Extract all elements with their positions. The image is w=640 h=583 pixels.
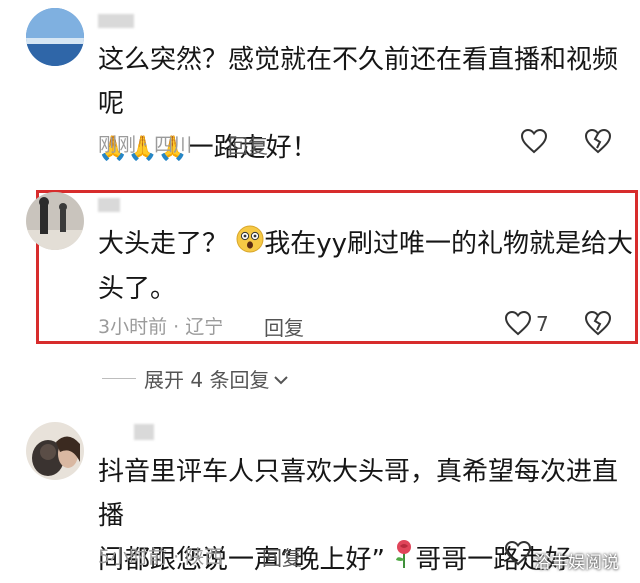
- heart-icon[interactable]: [504, 540, 532, 570]
- heart-icon[interactable]: [504, 310, 532, 340]
- avatar[interactable]: [26, 192, 84, 250]
- broken-heart-icon[interactable]: [584, 128, 612, 158]
- divider: [102, 378, 136, 379]
- reply-button[interactable]: 回复: [262, 542, 302, 571]
- rose-icon: [393, 539, 415, 583]
- username-hidden[interactable]: [98, 198, 120, 212]
- broken-heart-icon[interactable]: [584, 310, 612, 340]
- comment-line: 大头走了？ 我在yy刷过唯一的礼物就是给大: [98, 222, 633, 267]
- comment-meta: 刚刚 · 四川: [98, 130, 192, 157]
- comment-line: 头了。: [98, 273, 177, 304]
- separator: ·: [142, 134, 149, 156]
- comment-time: 5小时前: [98, 546, 168, 568]
- comment-text-prefix: 大头走了？: [98, 229, 229, 259]
- comment-meta: 3小时前 · 辽宁: [98, 312, 223, 339]
- avatar[interactable]: [26, 422, 84, 480]
- comment-location: 四川: [154, 134, 193, 156]
- comment-location: 陕西: [185, 546, 224, 568]
- username-hidden[interactable]: [98, 14, 134, 28]
- separator: ·: [173, 316, 180, 338]
- watermark: 浴丰娱阅说: [534, 553, 619, 573]
- reply-button[interactable]: 回复: [228, 130, 268, 159]
- heart-icon[interactable]: [520, 128, 548, 158]
- expand-replies-button[interactable]: 展开 4 条回复: [102, 364, 289, 393]
- comment-line: 这么突然？感觉就在不久前还在看直播和视频呢: [98, 45, 619, 119]
- chevron-down-icon: [273, 367, 289, 391]
- comment-location: 辽宁: [185, 316, 224, 338]
- expand-replies-label: 展开 4 条回复: [144, 368, 270, 392]
- comment-text-suffix: 我在yy刷过唯一的礼物就是给大: [264, 229, 634, 259]
- comment-meta: 5小时前 · 陕西: [98, 542, 223, 569]
- comment-text: 大头走了？ 我在yy刷过唯一的礼物就是给大 头了。: [98, 222, 633, 311]
- comment-line: 抖音里评车人只喜欢大头哥，真希望每次进直播: [98, 457, 619, 531]
- separator: ·: [173, 546, 180, 568]
- like-count: 7: [536, 312, 549, 336]
- avatar[interactable]: [26, 8, 84, 66]
- username-hidden[interactable]: [134, 424, 154, 440]
- reply-button[interactable]: 回复: [264, 312, 304, 341]
- comment-time: 刚刚: [98, 134, 137, 156]
- astonished-face-icon: [236, 223, 264, 267]
- comment-time: 3小时前: [98, 316, 168, 338]
